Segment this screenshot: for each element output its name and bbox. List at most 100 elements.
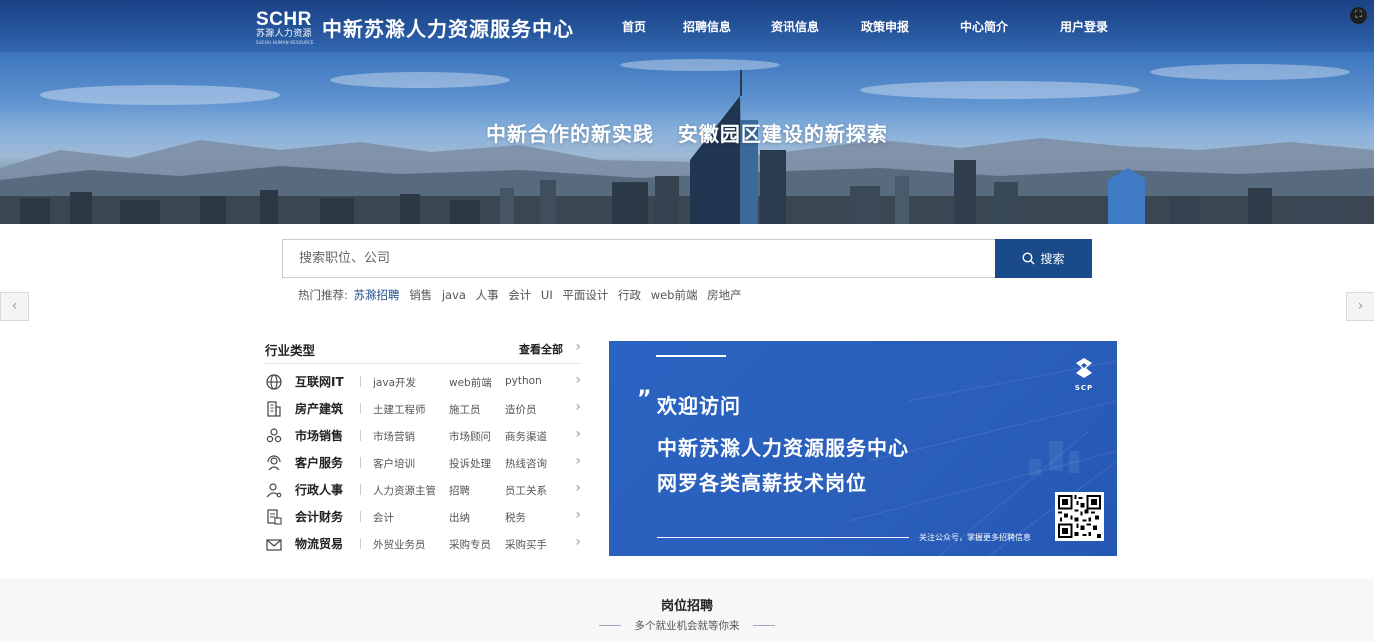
industry-tag[interactable]: 税务 <box>505 510 526 525</box>
banner-divider <box>657 537 909 538</box>
industry-tag[interactable]: 施工员 <box>449 402 481 417</box>
banner-welcome: 欢迎访问 <box>657 394 741 418</box>
building-icon <box>267 401 281 417</box>
screenshot-icon[interactable]: ⛶ <box>1350 7 1367 24</box>
main-nav: 首页 招聘信息 资讯信息 政策申报 中心简介 用户登录 <box>0 18 1374 38</box>
banner-follow-text: 关注公众号，掌握更多招聘信息 <box>919 533 1031 542</box>
industry-tag[interactable]: web前端 <box>449 375 492 390</box>
chevron-right-icon: › <box>575 426 581 442</box>
search-box: 搜索 <box>282 239 1092 278</box>
industry-tag[interactable]: 出纳 <box>449 510 470 525</box>
divider <box>360 457 361 468</box>
hot-keyword[interactable]: 行政 <box>618 288 641 302</box>
industry-tag[interactable]: 采购专员 <box>449 537 491 552</box>
hot-keyword[interactable]: 销售 <box>409 288 432 302</box>
hot-keyword[interactable]: java <box>442 288 466 302</box>
ledger-icon <box>267 509 282 525</box>
section-line-right <box>753 625 775 626</box>
industry-row[interactable]: 物流贸易 外贸业务员 采购专员 采购买手 › <box>265 534 581 554</box>
industry-tag[interactable]: 土建工程师 <box>373 402 426 417</box>
hot-keyword[interactable]: 人事 <box>476 288 499 302</box>
industry-tag[interactable]: 人力资源主管 <box>373 483 436 498</box>
section-title: 岗位招聘 <box>660 599 713 614</box>
industry-tag[interactable]: 市场营销 <box>373 429 415 444</box>
nav-about[interactable]: 中心简介 <box>960 18 1008 35</box>
nav-jobs[interactable]: 招聘信息 <box>683 18 731 35</box>
search-button-label: 搜索 <box>1040 252 1065 266</box>
hot-keyword[interactable]: 苏滁招聘 <box>354 288 400 302</box>
globe-icon <box>266 374 282 390</box>
chevron-right-icon: › <box>575 507 581 523</box>
chevron-right-icon: › <box>575 399 581 415</box>
industry-name: 市场销售 <box>295 429 344 443</box>
industry-tag[interactable]: 员工关系 <box>505 483 547 498</box>
search-button[interactable]: 搜索 <box>995 239 1092 278</box>
envelope-icon <box>266 539 282 551</box>
search-input[interactable] <box>283 240 995 277</box>
industry-name: 互联网IT <box>295 375 344 389</box>
people-icon <box>266 428 282 443</box>
industry-tag[interactable]: 外贸业务员 <box>373 537 426 552</box>
chevron-right-icon: › <box>575 480 581 496</box>
hot-keyword[interactable]: web前端 <box>651 288 698 302</box>
industry-tag[interactable]: 招聘 <box>449 483 470 498</box>
divider <box>360 538 361 549</box>
divider <box>360 484 361 495</box>
qr-code <box>1055 492 1104 541</box>
industry-row[interactable]: 房产建筑 土建工程师 施工员 造价员 › <box>265 399 581 419</box>
banner-line1: 中新苏滁人力资源服务中心 <box>657 436 909 460</box>
hot-keyword[interactable]: UI <box>541 288 553 302</box>
hot-keyword[interactable]: 平面设计 <box>562 288 608 302</box>
hot-keyword[interactable]: 房地产 <box>707 288 742 302</box>
industry-tag[interactable]: java开发 <box>373 375 416 390</box>
industry-row[interactable]: 会计财务 会计 出纳 税务 › <box>265 507 581 527</box>
headset-icon <box>267 455 281 471</box>
industry-name: 行政人事 <box>295 483 344 497</box>
industry-row[interactable]: 客户服务 客户培训 投诉处理 热线咨询 › <box>265 453 581 473</box>
hero-tagline: 中新合作的新实践 安徽园区建设的新探索 <box>486 122 888 146</box>
industry-tag[interactable]: python <box>505 375 542 387</box>
industry-tag[interactable]: 客户培训 <box>373 456 415 471</box>
divider <box>360 376 361 387</box>
job-section-header: 岗位招聘 多个就业机会就等你来 <box>0 579 1374 642</box>
industry-tag[interactable]: 商务渠道 <box>505 429 547 444</box>
prev-arrow-icon[interactable]: ‹ <box>0 292 29 321</box>
industry-row[interactable]: 市场销售 市场营销 市场顾问 商务渠道 › <box>265 426 581 446</box>
industry-tag[interactable]: 造价员 <box>505 402 537 417</box>
scp-logo-icon <box>1076 358 1092 378</box>
industry-panel: 行业类型 查看全部 › 互联网IT java开发 web前端 python › … <box>265 339 581 551</box>
industry-row[interactable]: 行政人事 人力资源主管 招聘 员工关系 › <box>265 480 581 500</box>
logo-english: SUCHU HUMAN RESOURCE <box>256 40 314 45</box>
industry-name: 会计财务 <box>295 510 344 524</box>
divider <box>360 430 361 441</box>
industry-tag[interactable]: 会计 <box>373 510 394 525</box>
next-arrow-icon[interactable]: › <box>1346 292 1374 321</box>
nav-news[interactable]: 资讯信息 <box>771 18 819 35</box>
divider <box>360 403 361 414</box>
industry-tag[interactable]: 市场顾问 <box>449 429 491 444</box>
quote-mark: ” <box>637 387 652 412</box>
nav-policy[interactable]: 政策申报 <box>861 18 909 35</box>
banner-line2: 网罗各类高薪技术岗位 <box>657 471 867 495</box>
industry-name: 物流贸易 <box>295 537 344 551</box>
scp-logo-text: SCP <box>1074 384 1094 392</box>
nav-login[interactable]: 用户登录 <box>1060 18 1108 35</box>
industry-tag[interactable]: 热线咨询 <box>505 456 547 471</box>
nav-home[interactable]: 首页 <box>622 18 646 35</box>
divider <box>360 511 361 522</box>
chevron-right-icon: › <box>575 339 581 355</box>
hot-keyword[interactable]: 会计 <box>508 288 531 302</box>
chevron-right-icon: › <box>575 453 581 469</box>
industry-title: 行业类型 <box>265 343 316 358</box>
industry-tag[interactable]: 采购买手 <box>505 537 547 552</box>
industry-tag[interactable]: 投诉处理 <box>449 456 491 471</box>
view-all-link[interactable]: 查看全部 <box>519 341 563 357</box>
hero-banner: SCHR 苏滁人力资源 SUCHU HUMAN RESOURCE 中新苏滁人力资… <box>0 0 1374 224</box>
promo-banner[interactable]: ” 欢迎访问 中新苏滁人力资源服务中心 网罗各类高薪技术岗位 关注公众号，掌握更… <box>609 341 1117 556</box>
hot-keywords: 热门推荐: 苏滁招聘 销售 java 人事 会计 UI 平面设计 行政 web前… <box>298 287 742 303</box>
industry-row[interactable]: 互联网IT java开发 web前端 python › <box>265 372 581 392</box>
industry-header: 行业类型 查看全部 › <box>265 339 581 364</box>
chevron-right-icon: › <box>575 372 581 388</box>
section-subtitle: 多个就业机会就等你来 <box>634 620 740 632</box>
banner-line <box>656 355 726 357</box>
